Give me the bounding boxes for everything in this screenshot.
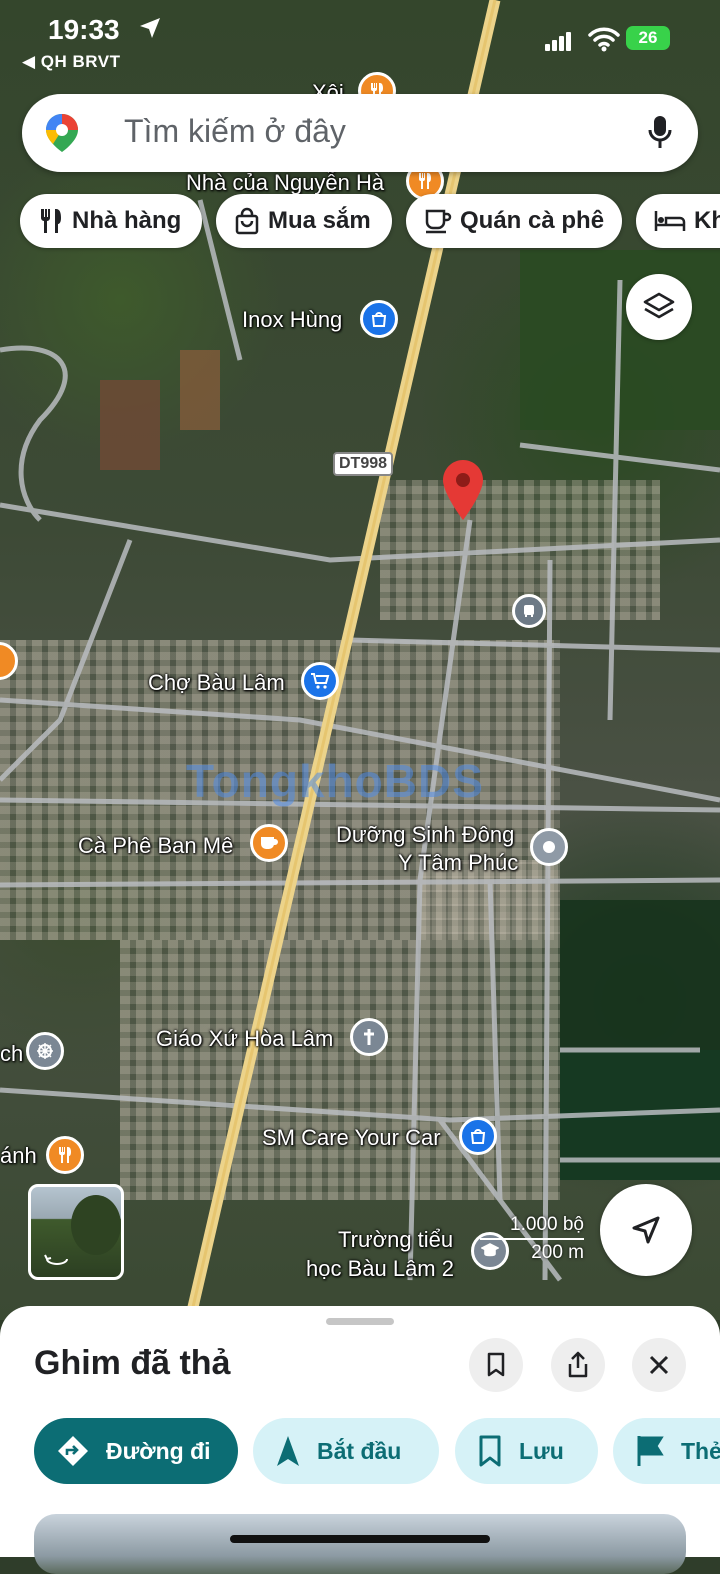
chip-label: Mua sắm <box>268 207 371 234</box>
map-scale: 1.000 bộ 200 m <box>470 1214 584 1264</box>
save-button[interactable]: Lưu <box>455 1418 598 1484</box>
flag-icon <box>637 1436 664 1466</box>
navigation-arrow-icon <box>632 1216 660 1244</box>
poi-label[interactable]: học Bàu Lâm 2 <box>306 1256 454 1282</box>
bottom-sheet[interactable]: Ghim đã thả Đường đi Bắt đầu Lưu Thẻ <box>0 1306 720 1574</box>
shopping-bag-icon <box>235 207 259 235</box>
location-arrow-icon <box>140 18 160 38</box>
poi-label[interactable]: Inox Hùng <box>242 307 342 333</box>
close-icon <box>649 1355 669 1375</box>
coffee-cup-icon <box>425 209 452 234</box>
watermark: TongkhoBDS <box>186 755 484 807</box>
poi-label[interactable]: ánh <box>0 1143 37 1169</box>
shopping-cart-icon[interactable] <box>301 662 339 700</box>
chip-label: Kh <box>694 207 720 234</box>
navigation-arrow-icon <box>277 1436 299 1466</box>
battery-indicator: 26 <box>626 26 670 50</box>
directions-label: Đường đi <box>106 1437 211 1464</box>
directions-icon <box>58 1436 88 1466</box>
wifi-icon <box>588 27 620 52</box>
category-chips: Nhà hàng Mua sắm Quán cà phê Kh <box>20 194 720 248</box>
location-dot-icon[interactable] <box>530 828 568 866</box>
fork-knife-icon <box>41 209 61 233</box>
save-bookmark-button[interactable] <box>469 1338 523 1392</box>
action-row: Đường đi Bắt đầu Lưu Thẻ <box>0 1418 720 1486</box>
save-label: Lưu <box>519 1437 564 1464</box>
chip-shopping[interactable]: Mua sắm <box>216 194 392 248</box>
map-layers-button[interactable] <box>626 274 692 340</box>
bed-icon <box>654 211 686 231</box>
rotate-360-icon <box>44 1254 68 1265</box>
chip-label: Nhà hàng <box>72 207 182 234</box>
status-bar: 19:33 ◀ QH BRVT 26 <box>0 0 720 80</box>
poi-label[interactable]: Trường tiểu <box>338 1227 453 1253</box>
store-icon[interactable] <box>360 300 398 338</box>
search-input[interactable]: Tìm kiếm ở đây <box>124 113 346 150</box>
route-shield: DT998 <box>333 452 394 476</box>
poi-label[interactable]: ch <box>0 1041 23 1067</box>
scale-feet: 1.000 bộ <box>510 1214 584 1235</box>
start-label: Bắt đầu <box>317 1437 402 1464</box>
place-photo[interactable] <box>34 1514 686 1574</box>
status-time: 19:33 <box>48 14 120 45</box>
poi-label[interactable]: Cà Phê Ban Mê <box>78 833 233 859</box>
poi-label[interactable]: Nhà của Nguyễn Hà <box>186 170 384 196</box>
street-view-thumbnail[interactable] <box>28 1184 124 1280</box>
coffee-icon[interactable] <box>250 824 288 862</box>
poi-label[interactable]: Giáo Xứ Hòa Lâm <box>156 1026 333 1052</box>
poi-label[interactable]: Y Tâm Phúc <box>398 850 518 876</box>
poi-label[interactable]: SM Care Your Car <box>262 1125 441 1151</box>
bookmark-icon <box>487 1352 505 1377</box>
bookmark-icon <box>479 1435 501 1467</box>
search-bar[interactable]: Tìm kiếm ở đây <box>22 94 698 172</box>
my-location-button[interactable] <box>600 1184 692 1276</box>
store-icon[interactable] <box>459 1117 497 1155</box>
chip-label: Quán cà phê <box>460 207 605 234</box>
label-button[interactable]: Thẻ <box>613 1418 720 1484</box>
back-to-app[interactable]: ◀ QH BRVT <box>22 52 121 72</box>
close-button[interactable] <box>632 1338 686 1392</box>
label-label: Thẻ <box>681 1437 720 1464</box>
start-button[interactable]: Bắt đầu <box>253 1418 439 1484</box>
dropped-pin-icon[interactable] <box>441 458 485 522</box>
poi-label[interactable]: Chợ Bàu Lâm <box>148 670 285 696</box>
chip-coffee[interactable]: Quán cà phê <box>406 194 622 248</box>
directions-button[interactable]: Đường đi <box>34 1418 238 1484</box>
scale-meters: 200 m <box>531 1242 584 1263</box>
chip-hotels[interactable]: Kh <box>636 194 720 248</box>
church-icon[interactable] <box>350 1018 388 1056</box>
microphone-icon[interactable] <box>648 114 672 150</box>
sheet-title: Ghim đã thả <box>34 1344 231 1382</box>
cellular-signal-icon <box>545 32 571 51</box>
poi-label[interactable]: Dưỡng Sinh Đông <box>336 822 514 848</box>
home-indicator[interactable] <box>230 1535 490 1543</box>
share-icon <box>568 1351 588 1378</box>
bus-stop-icon[interactable] <box>512 594 546 628</box>
drag-handle[interactable] <box>326 1318 394 1325</box>
share-button[interactable] <box>551 1338 605 1392</box>
temple-icon[interactable] <box>26 1032 64 1070</box>
chip-restaurants[interactable]: Nhà hàng <box>20 194 202 248</box>
layers-icon <box>643 292 675 319</box>
maps-logo-icon <box>46 114 78 152</box>
restaurant-icon[interactable] <box>46 1136 84 1174</box>
